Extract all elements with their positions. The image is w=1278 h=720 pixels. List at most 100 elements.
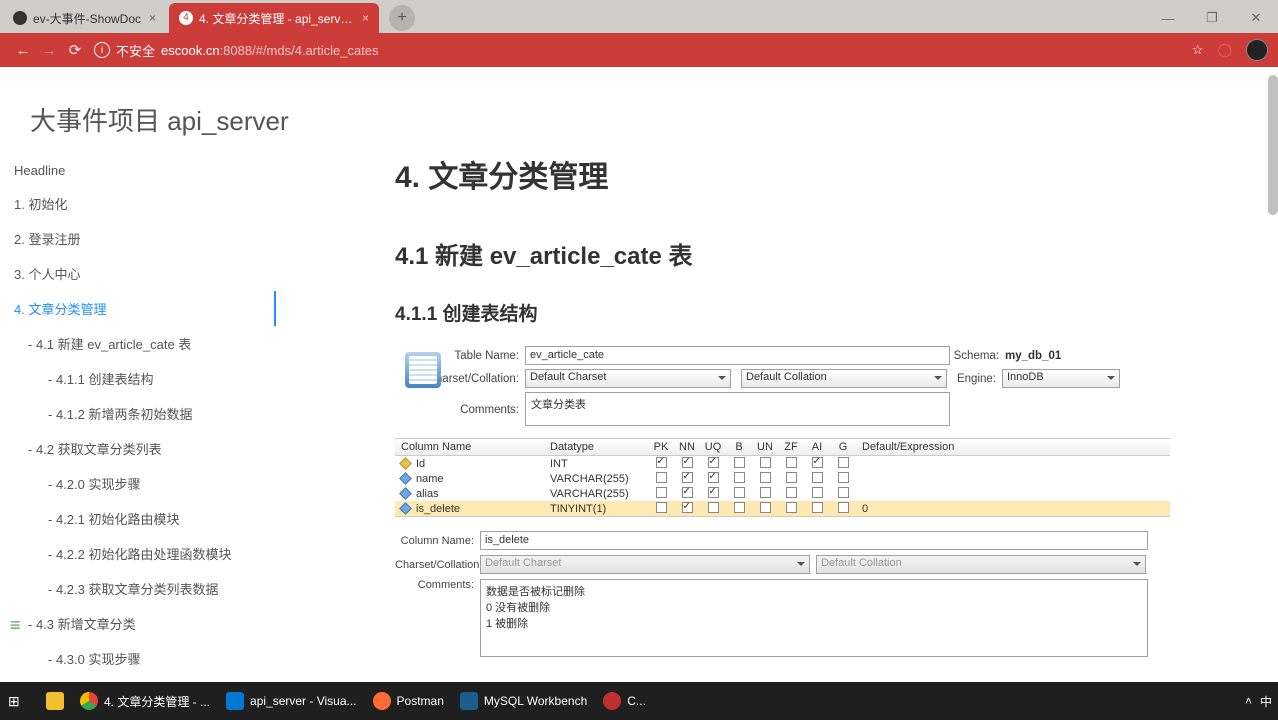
label-charset-col: Charset/Collation: (395, 559, 480, 571)
hamburger-icon[interactable]: ≡ (10, 615, 21, 636)
sidebar-item[interactable]: Headline (14, 155, 274, 186)
sidebar-item[interactable]: 4. 文章分类管理 (14, 291, 276, 326)
table-row[interactable]: IdINT (395, 456, 1170, 471)
tab-label: 4. 文章分类管理 - api_server_ev (199, 10, 354, 27)
scrollbar-thumb[interactable] (1268, 75, 1278, 215)
checkbox-un[interactable] (760, 472, 771, 483)
security-status[interactable]: i 不安全 (94, 41, 155, 60)
back-button[interactable]: ← (10, 42, 36, 59)
checkbox-g[interactable] (838, 472, 849, 483)
col-header: G (830, 441, 856, 453)
ime-indicator[interactable]: 中 (1260, 693, 1272, 710)
sidebar-item[interactable]: - 4.1 新建 ev_article_cate 表 (14, 326, 274, 361)
sidebar-item[interactable]: - 4.1.2 新增两条初始数据 (14, 396, 274, 431)
schema-value: my_db_01 (1005, 350, 1123, 362)
columns-header: Column NameDatatypePKNNUQBUNZFAIGDefault… (395, 439, 1170, 456)
checkbox-un[interactable] (760, 502, 771, 513)
sidebar-item[interactable]: 1. 初始化 (14, 186, 274, 221)
profile-avatar[interactable] (1246, 39, 1268, 61)
checkbox-b[interactable] (734, 472, 745, 483)
checkbox-pk[interactable] (656, 502, 667, 513)
close-icon[interactable]: × (362, 11, 369, 25)
checkbox-un[interactable] (760, 487, 771, 498)
checkbox-zf[interactable] (786, 487, 797, 498)
table-row[interactable]: aliasVARCHAR(255) (395, 486, 1170, 501)
tray-chevron-icon[interactable]: ˄ (1245, 694, 1252, 708)
maximize-button[interactable]: ❐ (1190, 3, 1234, 33)
windows-taskbar: ⊞ 4. 文章分类管理 - ... api_server - Visua... … (0, 682, 1278, 720)
reload-button[interactable]: ⟳ (62, 41, 88, 59)
browser-tab-active[interactable]: 4 4. 文章分类管理 - api_server_ev × (169, 3, 379, 33)
column-comment-input[interactable]: 数据是否被标记删除 0 没有被删除 1 被删除 (480, 579, 1148, 657)
checkbox-uq[interactable] (708, 502, 719, 513)
checkbox-b[interactable] (734, 457, 745, 468)
sidebar-item[interactable]: - 4.3 新增文章分类 (14, 606, 274, 641)
col-header: Default/Expression (856, 441, 1170, 453)
checkbox-uq[interactable] (708, 472, 719, 483)
file-explorer-button[interactable] (38, 682, 72, 720)
main-content: 4. 文章分类管理 4.1 新建 ev_article_cate 表 4.1.1… (395, 152, 1158, 662)
sidebar-item[interactable]: - 4.2.0 实现步骤 (14, 466, 274, 501)
url-text[interactable]: escook.cn:8088/#/mds/4.article_cates (161, 43, 379, 58)
checkbox-g[interactable] (838, 487, 849, 498)
browser-tab[interactable]: ev-大事件-ShowDoc × (3, 3, 166, 33)
table-row[interactable]: nameVARCHAR(255) (395, 471, 1170, 486)
sidebar-item[interactable]: - 4.2.2 初始化路由处理函数模块 (14, 536, 274, 571)
sidebar-item[interactable]: - 4.2.1 初始化路由模块 (14, 501, 274, 536)
checkbox-g[interactable] (838, 457, 849, 468)
col-header: Datatype (550, 441, 648, 453)
column-icon (399, 502, 412, 515)
checkbox-nn[interactable] (682, 502, 693, 513)
checkbox-zf[interactable] (786, 472, 797, 483)
sidebar-item[interactable]: - 4.3.0 实现步骤 (14, 641, 274, 676)
table-comment-input[interactable]: 文章分类表 (525, 392, 950, 426)
checkbox-nn[interactable] (682, 487, 693, 498)
checkbox-nn[interactable] (682, 457, 693, 468)
forward-button[interactable]: → (36, 42, 62, 59)
minimize-button[interactable]: — (1146, 3, 1190, 33)
checkbox-un[interactable] (760, 457, 771, 468)
star-icon[interactable]: ☆ (1192, 42, 1204, 58)
checkbox-ai[interactable] (812, 487, 823, 498)
checkbox-uq[interactable] (708, 487, 719, 498)
column-name-input[interactable]: is_delete (480, 531, 1148, 550)
checkbox-pk[interactable] (656, 472, 667, 483)
table-row[interactable]: is_deleteTINYINT(1)0 (395, 501, 1170, 516)
info-icon: i (94, 42, 110, 58)
page-content: 大事件项目 api_server Headline1. 初始化2. 登录注册3.… (0, 67, 1278, 682)
browser-titlebar: ev-大事件-ShowDoc × 4 4. 文章分类管理 - api_serve… (0, 0, 1278, 33)
label-comments: Comments: (395, 392, 525, 416)
table-name-input[interactable]: ev_article_cate (525, 346, 950, 365)
taskbar-mysql[interactable]: MySQL Workbench (452, 682, 595, 720)
taskbar-chrome[interactable]: 4. 文章分类管理 - ... (72, 682, 218, 720)
checkbox-b[interactable] (734, 487, 745, 498)
sidebar-item[interactable]: - 4.1.1 创建表结构 (14, 361, 274, 396)
engine-select[interactable]: InnoDB (1002, 369, 1120, 388)
close-icon[interactable]: × (149, 11, 156, 25)
close-window-button[interactable]: ✕ (1234, 3, 1278, 33)
taskbar-vscode[interactable]: api_server - Visua... (218, 682, 365, 720)
sidebar-item[interactable]: - 4.2.3 获取文章分类列表数据 (14, 571, 274, 606)
extension-icon[interactable]: ◯ (1217, 42, 1232, 58)
sidebar-item[interactable]: 3. 个人中心 (14, 256, 274, 291)
checkbox-b[interactable] (734, 502, 745, 513)
sidebar-item[interactable]: 2. 登录注册 (14, 221, 274, 256)
checkbox-pk[interactable] (656, 457, 667, 468)
checkbox-pk[interactable] (656, 487, 667, 498)
checkbox-g[interactable] (838, 502, 849, 513)
checkbox-ai[interactable] (812, 457, 823, 468)
checkbox-nn[interactable] (682, 472, 693, 483)
checkbox-zf[interactable] (786, 457, 797, 468)
taskbar-c[interactable]: C... (595, 682, 654, 720)
charset-select[interactable]: Default Charset (525, 369, 731, 388)
sidebar-item[interactable]: - 4.2 获取文章分类列表 (14, 431, 274, 466)
collation-select[interactable]: Default Collation (741, 369, 947, 388)
checkbox-ai[interactable] (812, 502, 823, 513)
checkbox-ai[interactable] (812, 472, 823, 483)
label-column-name: Column Name: (395, 535, 480, 547)
checkbox-zf[interactable] (786, 502, 797, 513)
checkbox-uq[interactable] (708, 457, 719, 468)
taskbar-postman[interactable]: Postman (365, 682, 452, 720)
new-tab-button[interactable]: + (389, 5, 415, 31)
start-button[interactable]: ⊞ (0, 682, 38, 720)
